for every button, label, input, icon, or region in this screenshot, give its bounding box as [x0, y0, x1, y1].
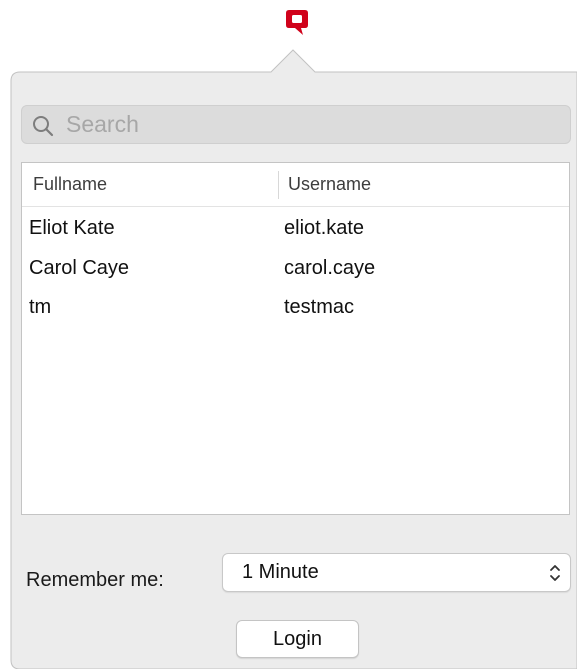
- table-header: Fullname Username: [22, 163, 569, 207]
- table-row[interactable]: Carol Caye carol.caye: [22, 248, 569, 288]
- cell-fullname: tm: [29, 296, 52, 318]
- remember-me-selected-value: 1 Minute: [242, 561, 319, 583]
- column-header-username[interactable]: Username: [288, 163, 371, 206]
- search-icon: [33, 116, 54, 137]
- chevron-updown-icon: [550, 565, 560, 581]
- app-logo-icon[interactable]: [284, 8, 310, 38]
- column-divider[interactable]: [278, 171, 279, 199]
- table-row[interactable]: Eliot Kate eliot.kate: [22, 208, 569, 248]
- user-table[interactable]: Fullname Username Eliot Kate eliot.kate …: [21, 162, 570, 515]
- remember-me-label: Remember me:: [26, 569, 164, 591]
- search-input[interactable]: [66, 106, 561, 143]
- remember-me-select[interactable]: 1 Minute: [222, 553, 571, 592]
- cell-username: testmac: [284, 296, 355, 318]
- table-row[interactable]: tm testmac: [22, 287, 569, 327]
- cell-username: carol.caye: [284, 257, 376, 279]
- search-field[interactable]: [21, 105, 571, 144]
- column-header-fullname[interactable]: Fullname: [33, 163, 107, 206]
- cell-fullname: Carol Caye: [29, 257, 130, 279]
- cell-fullname: Eliot Kate: [29, 217, 115, 239]
- cell-username: eliot.kate: [284, 217, 365, 239]
- login-button[interactable]: Login: [236, 620, 359, 658]
